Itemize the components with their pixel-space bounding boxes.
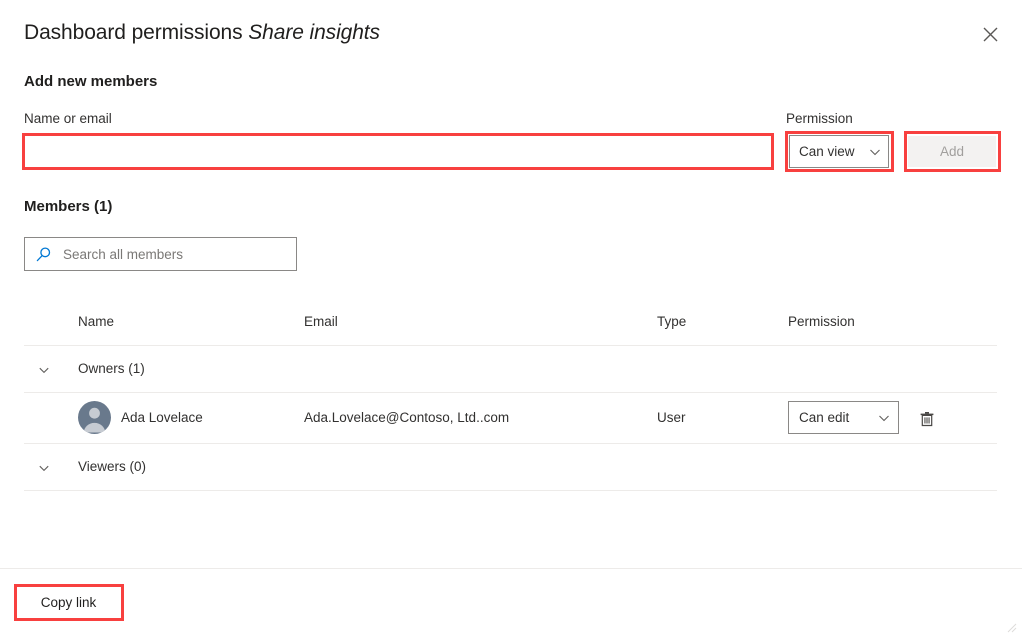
group-row-viewers[interactable]: Viewers (0): [24, 444, 997, 491]
dashboard-permissions-dialog: Dashboard permissions Share insights Add…: [0, 0, 1022, 637]
search-all-members-box[interactable]: [24, 237, 297, 271]
column-header-name: Name: [78, 314, 115, 329]
page-title-subject: Share insights: [248, 21, 380, 44]
group-label-owners: Owners (1): [78, 361, 145, 376]
name-or-email-label: Name or email: [24, 111, 112, 126]
chevron-down-icon: [878, 412, 890, 424]
copy-link-button[interactable]: Copy link: [16, 586, 121, 618]
avatar: [78, 401, 111, 434]
chevron-down-icon: [36, 362, 52, 378]
cell-email: Ada.Lovelace@Contoso, Ltd..com: [304, 410, 510, 425]
dialog-header: Dashboard permissions Share insights: [24, 18, 998, 52]
chevron-down-icon: [36, 460, 52, 476]
table-divider: [24, 490, 997, 491]
add-button[interactable]: Add: [908, 136, 996, 167]
trash-icon: [920, 412, 934, 427]
row-permission-dropdown[interactable]: Can edit: [788, 401, 899, 434]
group-row-owners[interactable]: Owners (1): [24, 346, 997, 393]
close-button[interactable]: [975, 19, 1005, 49]
person-avatar-icon: [83, 407, 106, 433]
footer-divider: [0, 568, 1022, 569]
column-header-type: Type: [657, 314, 687, 329]
search-input[interactable]: [61, 245, 275, 263]
close-icon: [983, 27, 997, 41]
search-icon: [35, 246, 52, 263]
permission-dropdown[interactable]: Can view: [789, 135, 889, 168]
resize-grip-icon: [1007, 623, 1017, 633]
column-header-permission: Permission: [788, 314, 855, 329]
delete-member-button[interactable]: [914, 406, 940, 432]
page-title: Dashboard permissions Share insights: [24, 18, 998, 48]
group-label-viewers: Viewers (0): [78, 459, 147, 474]
permission-dropdown-value: Can view: [799, 144, 855, 159]
cell-type: User: [657, 410, 686, 425]
add-new-members-heading: Add new members: [24, 73, 158, 90]
permission-label: Permission: [786, 111, 853, 126]
page-title-main: Dashboard permissions: [24, 21, 243, 44]
cell-name: Ada Lovelace: [121, 410, 203, 425]
members-heading: Members (1): [24, 198, 113, 215]
column-header-email: Email: [304, 314, 338, 329]
name-or-email-input[interactable]: [24, 135, 772, 168]
chevron-down-icon: [869, 146, 881, 158]
row-permission-value: Can edit: [799, 410, 850, 425]
